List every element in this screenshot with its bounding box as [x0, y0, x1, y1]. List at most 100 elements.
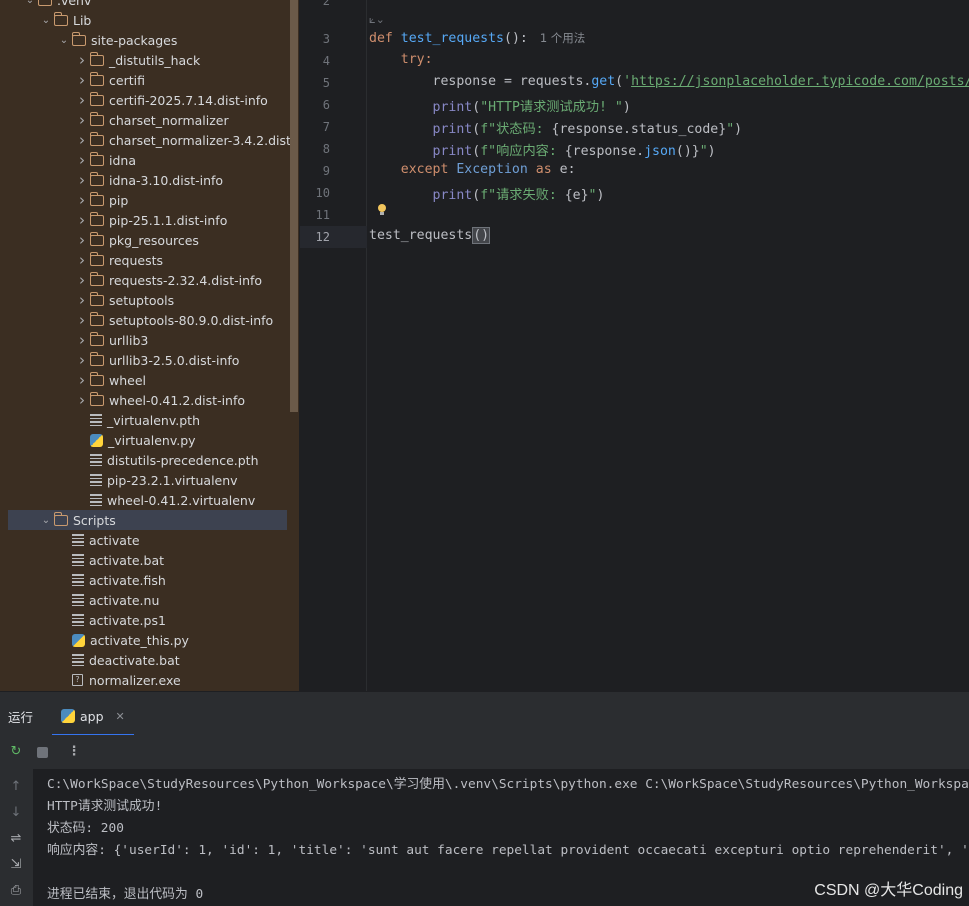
tree-folder[interactable]: › charset_normalizer-3.4.2.dist-info	[0, 130, 299, 150]
tree-item-label: idna-3.10.dist-info	[109, 172, 224, 188]
tree-folder[interactable]: › certifi-2025.7.14.dist-info	[0, 90, 299, 110]
chevron-right-icon[interactable]: ›	[74, 331, 90, 349]
code-line-7[interactable]: print(f"状态码: {response.status_code}")	[369, 118, 743, 137]
tree-folder[interactable]: › charset_normalizer	[0, 110, 299, 130]
code-line-6[interactable]: print("HTTP请求测试成功! ")	[369, 96, 631, 115]
tree-folder[interactable]: › _distutils_hack	[0, 50, 299, 70]
tree-file[interactable]: activate.ps1	[0, 610, 299, 630]
chevron-right-icon[interactable]: ›	[74, 91, 90, 109]
tree-item-label: certifi	[109, 72, 145, 88]
code-line-3[interactable]: def test_requests(): 1 个用法	[369, 30, 585, 46]
chevron-right-icon[interactable]: ›	[74, 291, 90, 309]
console-side-toolbar: ↑ ↓ ⇌ ⇲ ⎙	[0, 769, 33, 906]
tree-folder[interactable]: › wheel-0.41.2.dist-info	[0, 390, 299, 410]
tree-item-label: normalizer.exe	[89, 672, 181, 688]
folder-icon	[90, 311, 104, 326]
tree-file[interactable]: _virtualenv.py	[0, 430, 299, 450]
tree-file[interactable]: wheel-0.41.2.virtualenv	[0, 490, 299, 510]
code-line-8[interactable]: print(f"响应内容: {response.json()}")	[369, 140, 716, 159]
chevron-right-icon[interactable]: ›	[74, 71, 90, 89]
tree-item-label: activate.bat	[89, 552, 165, 568]
arrow-down-icon[interactable]: ↓	[8, 805, 24, 821]
fold-icon[interactable]: ⟀⌄	[369, 13, 385, 27]
text-file-icon	[72, 554, 84, 567]
chevron-right-icon[interactable]: ›	[74, 51, 90, 69]
folder-icon	[90, 351, 104, 366]
soft-wrap-icon[interactable]: ⇌	[8, 831, 24, 847]
tree-scrollbar[interactable]	[290, 0, 298, 412]
code-line-4[interactable]: try:	[369, 52, 433, 67]
stop-icon[interactable]	[35, 744, 51, 760]
text-file-icon	[72, 614, 84, 627]
tree-file[interactable]: _virtualenv.pth	[0, 410, 299, 430]
chevron-right-icon[interactable]: ›	[74, 391, 90, 409]
tree-folder[interactable]: ⌄ .venv	[0, 0, 299, 10]
chevron-right-icon[interactable]: ›	[74, 371, 90, 389]
run-tab-app[interactable]: app ✕	[52, 698, 134, 736]
chevron-right-icon[interactable]: ›	[74, 131, 90, 149]
tree-file[interactable]: activate_this.py	[0, 630, 299, 650]
tree-folder[interactable]: › pkg_resources	[0, 230, 299, 250]
folder-icon	[90, 91, 104, 106]
chevron-right-icon[interactable]: ›	[74, 171, 90, 189]
tree-folder[interactable]: › pip	[0, 190, 299, 210]
chevron-right-icon[interactable]: ›	[74, 231, 90, 249]
tree-file[interactable]: activate.fish	[0, 570, 299, 590]
more-vert-icon[interactable]: ⋮	[66, 744, 82, 760]
tree-file[interactable]: activate.bat	[0, 550, 299, 570]
chevron-down-icon[interactable]: ⌄	[38, 515, 54, 526]
chevron-down-icon[interactable]: ⌄	[22, 0, 38, 6]
print-icon[interactable]: ⎙	[8, 883, 24, 899]
tree-file[interactable]: pip-23.2.1.virtualenv	[0, 470, 299, 490]
tree-folder[interactable]: ⌄ Lib	[0, 10, 299, 30]
url-link[interactable]: https://jsonplaceholder.typicode.com/pos…	[631, 74, 969, 89]
tree-file[interactable]: ? normalizer.exe	[0, 670, 299, 690]
folder-icon	[38, 0, 52, 6]
code-line-9[interactable]: except Exception as e:	[369, 162, 576, 177]
code-line-10[interactable]: print(f"请求失败: {e}")	[369, 184, 605, 203]
chevron-right-icon[interactable]: ›	[74, 271, 90, 289]
tree-file[interactable]: activate	[0, 530, 299, 550]
tree-folder[interactable]: › wheel	[0, 370, 299, 390]
tree-file[interactable]: distutils-precedence.pth	[0, 450, 299, 470]
text-file-icon	[90, 414, 102, 427]
tree-folder[interactable]: › setuptools-80.9.0.dist-info	[0, 310, 299, 330]
code-line-5[interactable]: response = requests.get('https://jsonpla…	[369, 74, 969, 89]
tree-folder[interactable]: ⌄ site-packages	[0, 30, 299, 50]
tree-folder[interactable]: › urllib3	[0, 330, 299, 350]
tree-item-label: _virtualenv.py	[108, 432, 196, 448]
chevron-right-icon[interactable]: ›	[74, 111, 90, 129]
chevron-down-icon[interactable]: ⌄	[56, 35, 72, 46]
tree-folder[interactable]: › setuptools	[0, 290, 299, 310]
code-line-12[interactable]: test_requests()	[369, 227, 491, 244]
python-file-icon	[90, 433, 103, 447]
rerun-icon[interactable]: ↻	[8, 744, 24, 760]
tree-folder[interactable]: › pip-25.1.1.dist-info	[0, 210, 299, 230]
string: "	[699, 144, 708, 159]
tree-item-label: _virtualenv.pth	[107, 412, 200, 428]
chevron-down-icon[interactable]: ⌄	[38, 15, 54, 26]
close-icon[interactable]: ✕	[116, 710, 125, 723]
tree-file[interactable]: deactivate.bat	[0, 650, 299, 670]
tree-folder[interactable]: › requests-2.32.4.dist-info	[0, 270, 299, 290]
chevron-right-icon[interactable]: ›	[74, 311, 90, 329]
tree-item-label: urllib3	[109, 332, 149, 348]
usage-hint[interactable]: 1 个用法	[540, 31, 585, 45]
scroll-to-end-icon[interactable]: ⇲	[8, 857, 24, 873]
tree-folder[interactable]: ⌄ Scripts	[8, 510, 287, 530]
chevron-right-icon[interactable]: ›	[74, 211, 90, 229]
tree-item-label: Lib	[73, 12, 92, 28]
tree-folder[interactable]: › idna	[0, 150, 299, 170]
arrow-up-icon[interactable]: ↑	[8, 779, 24, 795]
tree-folder[interactable]: › idna-3.10.dist-info	[0, 170, 299, 190]
tree-folder[interactable]: › certifi	[0, 70, 299, 90]
chevron-right-icon[interactable]: ›	[74, 251, 90, 269]
tree-file[interactable]: activate.nu	[0, 590, 299, 610]
lightbulb-icon[interactable]	[377, 204, 387, 216]
tree-item-label: activate.fish	[89, 572, 166, 588]
chevron-right-icon[interactable]: ›	[74, 351, 90, 369]
tree-folder[interactable]: › urllib3-2.5.0.dist-info	[0, 350, 299, 370]
tree-folder[interactable]: › requests	[0, 250, 299, 270]
chevron-right-icon[interactable]: ›	[74, 191, 90, 209]
chevron-right-icon[interactable]: ›	[74, 151, 90, 169]
